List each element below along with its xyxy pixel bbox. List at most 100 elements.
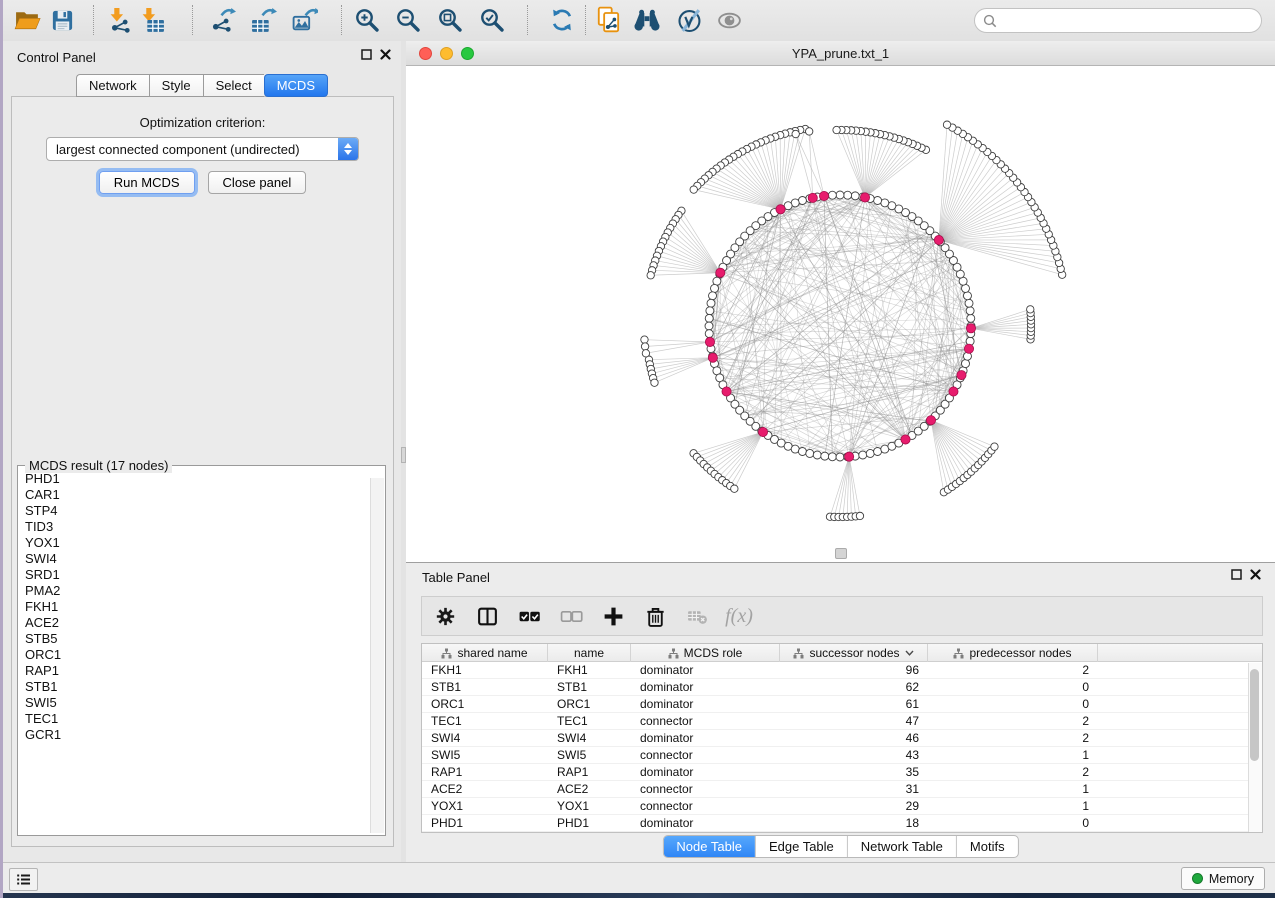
column-header-name[interactable]: name	[548, 644, 631, 662]
network-node[interactable]	[966, 307, 974, 315]
network-node[interactable]	[709, 292, 717, 300]
mcds-hub-node[interactable]	[776, 205, 785, 214]
mcds-result-item[interactable]: YOX1	[25, 535, 370, 551]
cell[interactable]: dominator	[631, 816, 780, 830]
network-node[interactable]	[844, 191, 852, 199]
table-row[interactable]: PHD1PHD1dominator180	[422, 815, 1262, 832]
cell[interactable]: connector	[631, 782, 780, 796]
mcds-result-item[interactable]: ORC1	[25, 647, 370, 663]
cell[interactable]: SWI4	[548, 731, 631, 745]
table-row[interactable]: STB1STB1dominator620	[422, 679, 1262, 696]
cell[interactable]: dominator	[631, 680, 780, 694]
cell[interactable]: ACE2	[548, 782, 631, 796]
criterion-dropdown[interactable]: largest connected component (undirected)	[46, 137, 359, 161]
delete-column-button[interactable]	[642, 603, 668, 629]
network-node[interactable]	[851, 192, 859, 200]
cell[interactable]: dominator	[631, 731, 780, 745]
cell[interactable]: 2	[928, 714, 1098, 728]
mcds-result-item[interactable]: TID3	[25, 519, 370, 535]
cell[interactable]: PHD1	[548, 816, 631, 830]
show-graphics-button[interactable]	[711, 3, 747, 37]
cell[interactable]: ORC1	[422, 697, 548, 711]
table-row[interactable]: TEC1TEC1connector472	[422, 713, 1262, 730]
network-node[interactable]	[828, 453, 836, 461]
mcds-result-item[interactable]: RAP1	[25, 663, 370, 679]
tab-select[interactable]: Select	[203, 74, 264, 97]
network-node[interactable]	[798, 197, 806, 205]
vizmapper-button[interactable]	[672, 3, 708, 37]
cell[interactable]: FKH1	[548, 663, 631, 677]
mcds-result-item[interactable]: STB1	[25, 679, 370, 695]
run-mcds-button[interactable]: Run MCDS	[99, 171, 195, 194]
table-row[interactable]: RAP1RAP1dominator352	[422, 764, 1262, 781]
network-node[interactable]	[713, 277, 721, 285]
cell[interactable]: STB1	[548, 680, 631, 694]
export-table-button[interactable]	[245, 3, 281, 37]
tab-motifs[interactable]: Motifs	[957, 836, 1018, 857]
network-node[interactable]	[836, 453, 844, 461]
cell[interactable]: 0	[928, 680, 1098, 694]
network-leaf-node[interactable]	[805, 128, 812, 135]
network-node[interactable]	[866, 449, 874, 457]
mcds-hub-node[interactable]	[808, 193, 817, 202]
network-node[interactable]	[813, 451, 821, 459]
mcds-hub-node[interactable]	[860, 193, 869, 202]
network-canvas[interactable]	[406, 66, 1275, 562]
network-node[interactable]	[828, 191, 836, 199]
network-node[interactable]	[961, 360, 969, 368]
mcds-result-item[interactable]: TEC1	[25, 711, 370, 727]
tab-node-table[interactable]: Node Table	[663, 836, 756, 857]
mcds-result-item[interactable]: FKH1	[25, 599, 370, 615]
cell[interactable]: 18	[780, 816, 928, 830]
float-panel-icon[interactable]	[361, 49, 372, 60]
tab-style[interactable]: Style	[149, 74, 203, 97]
cell[interactable]: connector	[631, 748, 780, 762]
network-node[interactable]	[707, 299, 715, 307]
create-column-button[interactable]	[600, 603, 626, 629]
cell[interactable]: 35	[780, 765, 928, 779]
cell[interactable]: 47	[780, 714, 928, 728]
mcds-hub-node[interactable]	[845, 452, 854, 461]
network-node[interactable]	[874, 447, 882, 455]
network-leaf-node[interactable]	[641, 336, 648, 343]
cell[interactable]: RAP1	[548, 765, 631, 779]
mcds-hub-node[interactable]	[716, 268, 725, 277]
mcds-hub-node[interactable]	[966, 324, 975, 333]
import-table-button[interactable]	[134, 3, 170, 37]
mcds-hub-node[interactable]	[708, 353, 717, 362]
mcds-result-item[interactable]: STB5	[25, 631, 370, 647]
table-row[interactable]: YOX1YOX1connector291	[422, 798, 1262, 815]
cell[interactable]: YOX1	[548, 799, 631, 813]
column-header-predecessor-nodes[interactable]: predecessor nodes	[928, 644, 1098, 662]
zoom-selected-button[interactable]	[474, 3, 510, 37]
network-leaf-node[interactable]	[641, 343, 648, 350]
table-settings-button[interactable]	[432, 603, 458, 629]
network-node[interactable]	[874, 197, 882, 205]
cell[interactable]: ORC1	[548, 697, 631, 711]
network-node[interactable]	[791, 445, 799, 453]
network-node[interactable]	[963, 292, 971, 300]
cell[interactable]: 2	[928, 663, 1098, 677]
function-builder-button[interactable]: f(x)	[726, 603, 752, 629]
cell[interactable]: 2	[928, 731, 1098, 745]
mcds-list-scrollbar[interactable]	[370, 478, 384, 833]
network-node[interactable]	[705, 330, 713, 338]
mcds-hub-node[interactable]	[705, 337, 714, 346]
network-node[interactable]	[961, 284, 969, 292]
mcds-result-item[interactable]: SWI4	[25, 551, 370, 567]
cell[interactable]: SWI5	[422, 748, 548, 762]
cell[interactable]: dominator	[631, 765, 780, 779]
close-panel-button[interactable]: Close panel	[208, 171, 307, 194]
cell[interactable]: TEC1	[548, 714, 631, 728]
network-node[interactable]	[798, 447, 806, 455]
horizontal-splitter-handle[interactable]	[835, 548, 847, 559]
cell[interactable]: 29	[780, 799, 928, 813]
network-node[interactable]	[705, 322, 713, 330]
network-node[interactable]	[706, 307, 714, 315]
cell[interactable]: SWI5	[548, 748, 631, 762]
cell[interactable]: connector	[631, 714, 780, 728]
tab-mcds[interactable]: MCDS	[264, 74, 328, 97]
network-node[interactable]	[881, 199, 889, 207]
mcds-result-item[interactable]: ACE2	[25, 615, 370, 631]
show-column-panel-button[interactable]	[474, 603, 500, 629]
